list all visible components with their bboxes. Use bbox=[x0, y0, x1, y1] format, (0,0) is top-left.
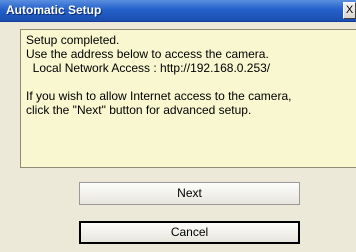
message-line: Use the address below to access the came… bbox=[26, 47, 269, 61]
message-line: Local Network Access : http://192.168.0.… bbox=[26, 61, 271, 75]
close-icon: X bbox=[345, 4, 354, 16]
close-button[interactable]: X bbox=[343, 2, 356, 19]
cancel-button[interactable]: Cancel bbox=[79, 221, 300, 244]
window-title: Automatic Setup bbox=[6, 3, 102, 17]
next-button[interactable]: Next bbox=[79, 182, 300, 205]
message-line bbox=[26, 75, 356, 89]
message-line: Setup completed. bbox=[26, 33, 120, 47]
message-panel: Setup completed. Use the address below t… bbox=[20, 29, 356, 168]
message-line: click the "Next" button for advanced set… bbox=[26, 103, 252, 117]
message-line: If you wish to allow Internet access to … bbox=[26, 89, 292, 103]
title-bar[interactable]: Automatic Setup X bbox=[0, 0, 356, 22]
